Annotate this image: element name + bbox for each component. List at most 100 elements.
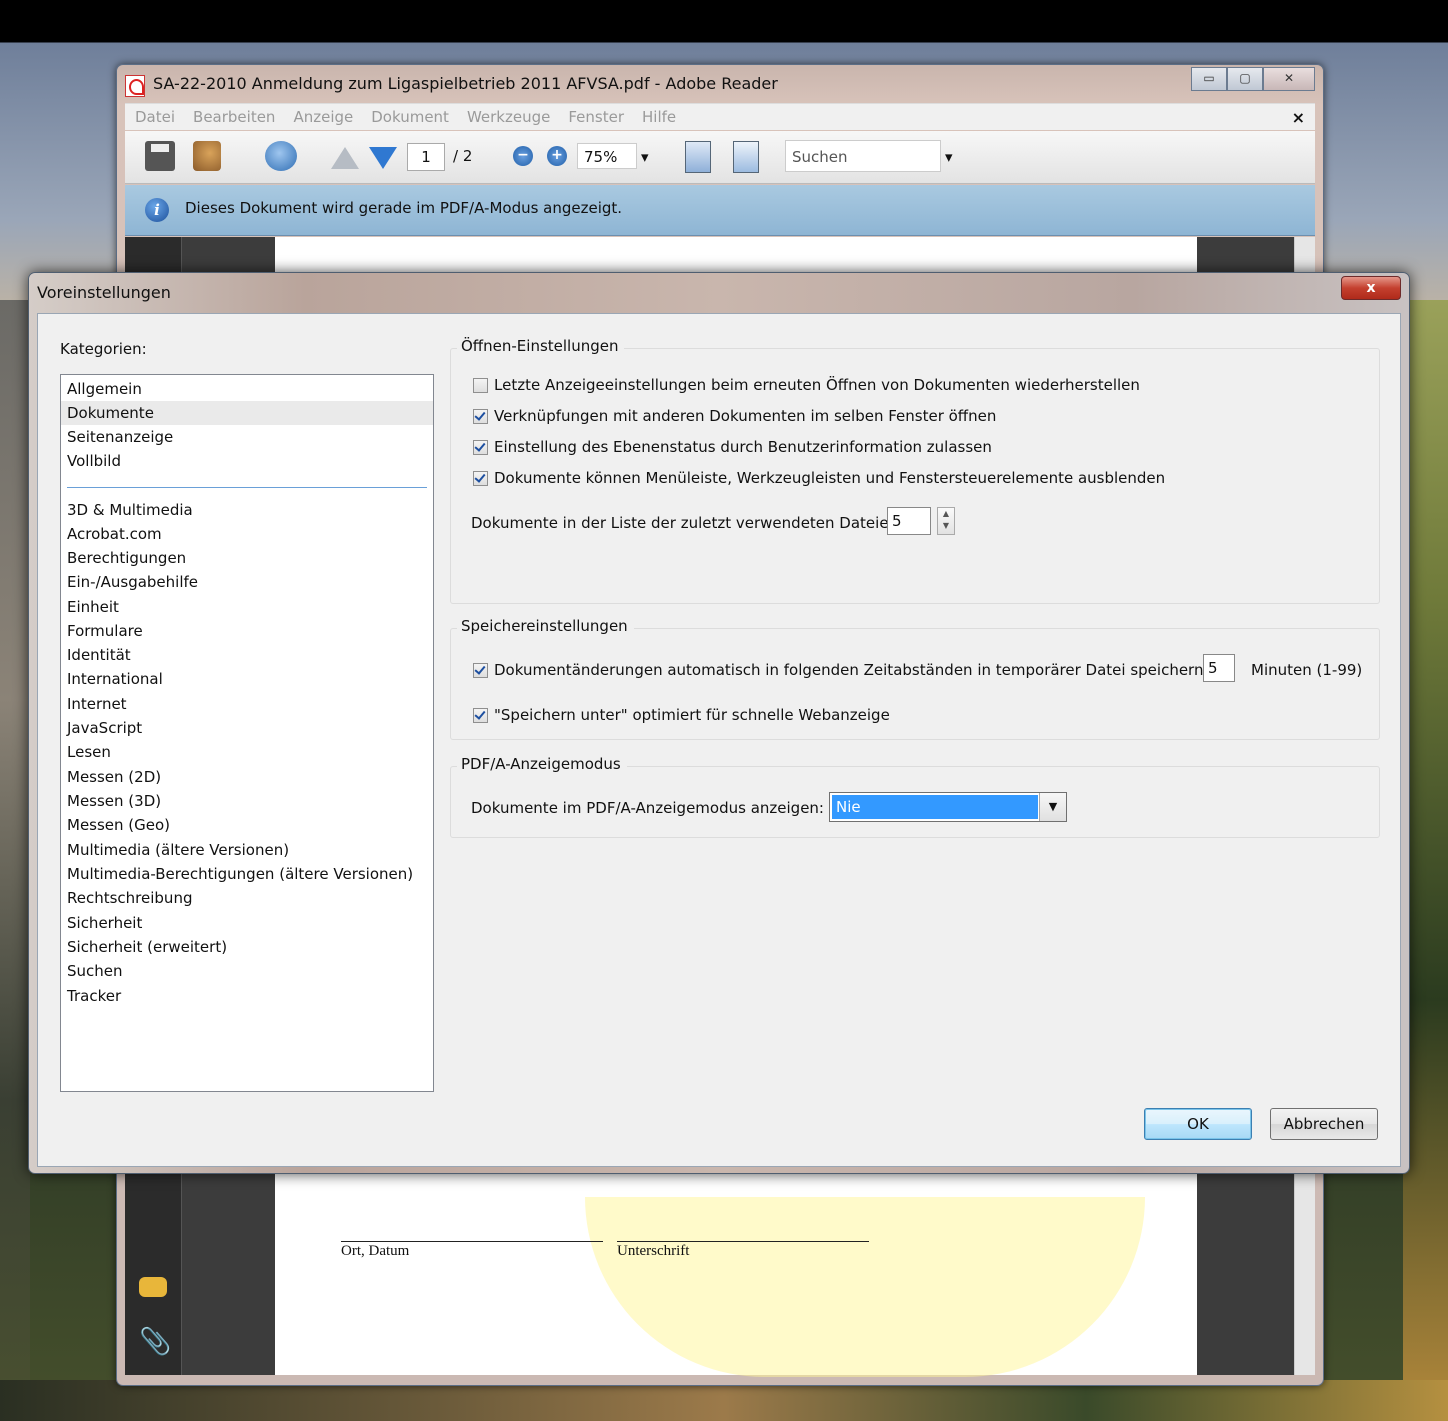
autosave-unit-label: Minuten (1-99) (1251, 661, 1363, 679)
fit-page-icon[interactable] (733, 141, 759, 173)
fit-width-icon[interactable] (685, 141, 711, 173)
save-settings-group: Speichereinstellungen Dokumentänderungen… (450, 617, 1380, 740)
place-date-line (341, 1241, 603, 1242)
info-icon: i (145, 198, 169, 222)
review-icon[interactable] (265, 141, 297, 171)
cancel-button[interactable]: Abbrechen (1270, 1108, 1378, 1140)
category-item[interactable]: International (67, 667, 163, 691)
category-item[interactable]: Berechtigungen (67, 546, 186, 570)
checkbox-autosave[interactable] (473, 662, 488, 678)
category-item[interactable]: Acrobat.com (67, 522, 162, 546)
option-layer-state[interactable]: Einstellung des Ebenenstatus durch Benut… (473, 438, 992, 456)
category-item[interactable]: Suchen (67, 959, 123, 983)
category-item[interactable]: JavaScript (67, 716, 142, 740)
categories-label: Kategorien: (60, 340, 147, 358)
option-fast-web-view[interactable]: "Speichern unter" optimiert für schnelle… (473, 706, 890, 724)
watermark-logo (585, 1197, 1145, 1377)
menu-fenster[interactable]: Fenster (568, 108, 624, 126)
recent-files-spinner[interactable]: ▲ ▼ (937, 507, 955, 535)
category-allgemein[interactable]: Allgemein (67, 377, 142, 401)
categories-list[interactable]: Allgemein Dokumente Seitenanzeige Vollbi… (60, 374, 434, 1092)
category-item[interactable]: Internet (67, 692, 127, 716)
pdfa-mode-label: Dokumente im PDF/A-Anzeigemodus anzeigen… (471, 799, 824, 817)
open-settings-group: Öffnen-Einstellungen Letzte Anzeigeeinst… (450, 337, 1380, 604)
minimize-button[interactable]: ▭ (1191, 67, 1227, 91)
page-number-input[interactable]: 1 (407, 143, 445, 171)
previous-page-icon[interactable] (331, 147, 359, 169)
category-item[interactable]: Messen (3D) (67, 789, 161, 813)
spin-down-icon[interactable]: ▼ (938, 520, 954, 532)
category-item[interactable]: 3D & Multimedia (67, 498, 193, 522)
category-item[interactable]: Multimedia-Berechtigungen (ältere Versio… (67, 862, 413, 886)
category-seitenanzeige[interactable]: Seitenanzeige (67, 425, 173, 449)
category-item[interactable]: Einheit (67, 595, 119, 619)
option-fast-web-view-label: "Speichern unter" optimiert für schnelle… (494, 706, 890, 724)
checkbox-restore-view[interactable] (473, 377, 488, 393)
category-item[interactable]: Lesen (67, 740, 111, 764)
close-document-button[interactable]: × (1292, 108, 1305, 127)
option-autosave-label: Dokumentänderungen automatisch in folgen… (494, 661, 1209, 679)
maximize-button[interactable]: ▢ (1227, 67, 1263, 91)
autosave-minutes-input[interactable]: 5 (1203, 654, 1235, 682)
search-dropdown-icon[interactable]: ▾ (945, 148, 953, 166)
menu-bar: Datei Bearbeiten Anzeige Dokument Werkze… (125, 103, 1315, 130)
spin-up-icon[interactable]: ▲ (938, 508, 954, 520)
option-open-links-label: Verknüpfungen mit anderen Dokumenten im … (494, 407, 997, 425)
window-caption-buttons: ▭ ▢ ✕ (1191, 67, 1315, 91)
category-dokumente-selected[interactable]: Dokumente (61, 401, 433, 425)
zoom-in-icon[interactable]: + (547, 146, 567, 166)
print-icon[interactable] (145, 141, 175, 171)
menu-anzeige[interactable]: Anzeige (293, 108, 353, 126)
category-item[interactable]: Messen (Geo) (67, 813, 170, 837)
category-item[interactable]: Identität (67, 643, 131, 667)
next-page-icon[interactable] (369, 147, 397, 169)
recent-files-input[interactable]: 5 (887, 507, 931, 535)
comment-icon[interactable] (139, 1277, 167, 1297)
pdfa-info-message: Dieses Dokument wird gerade im PDF/A-Mod… (185, 199, 623, 217)
zoom-dropdown-icon[interactable]: ▾ (641, 148, 649, 166)
ok-button[interactable]: OK (1144, 1108, 1252, 1140)
pdfa-title: PDF/A-Anzeigemodus (457, 755, 627, 773)
category-separator (67, 487, 427, 488)
checkbox-open-links-same-window[interactable] (473, 408, 488, 424)
option-hide-menubar[interactable]: Dokumente können Menüleiste, Werkzeuglei… (473, 469, 1165, 487)
zoom-level-input[interactable]: 75% (577, 143, 637, 169)
option-hide-menubar-label: Dokumente können Menüleiste, Werkzeuglei… (494, 469, 1166, 487)
pdfa-info-bar: i Dieses Dokument wird gerade im PDF/A-M… (125, 185, 1315, 236)
dialog-close-button[interactable]: x (1341, 276, 1401, 300)
menu-datei[interactable]: Datei (135, 108, 175, 126)
menu-dokument[interactable]: Dokument (371, 108, 449, 126)
checkbox-layer-state[interactable] (473, 439, 488, 455)
dialog-title: Voreinstellungen (37, 283, 171, 302)
pdfa-mode-selected-value: Nie (832, 795, 1038, 819)
category-item[interactable]: Sicherheit (erweitert) (67, 935, 227, 959)
category-item[interactable]: Messen (2D) (67, 765, 161, 789)
option-open-links-same-window[interactable]: Verknüpfungen mit anderen Dokumenten im … (473, 407, 996, 425)
menu-bearbeiten[interactable]: Bearbeiten (193, 108, 275, 126)
category-vollbild[interactable]: Vollbild (67, 449, 121, 473)
share-icon[interactable] (193, 141, 221, 171)
desktop-bottom-scenery (0, 1380, 1448, 1421)
signature-label: Unterschrift (617, 1243, 690, 1259)
search-input[interactable]: Suchen (785, 140, 941, 172)
category-item[interactable]: Tracker (67, 984, 121, 1008)
reader-window-title: SA-22-2010 Anmeldung zum Ligaspielbetrie… (153, 74, 778, 93)
category-item[interactable]: Sicherheit (67, 911, 142, 935)
category-item[interactable]: Rechtschreibung (67, 886, 192, 910)
checkbox-fast-web-view[interactable] (473, 707, 488, 723)
option-restore-view[interactable]: Letzte Anzeigeeinstellungen beim erneute… (473, 376, 1140, 394)
category-item[interactable]: Multimedia (ältere Versionen) (67, 838, 289, 862)
menu-werkzeuge[interactable]: Werkzeuge (467, 108, 550, 126)
chevron-down-icon[interactable]: ▼ (1039, 793, 1066, 821)
zoom-out-icon[interactable]: − (513, 146, 533, 166)
toolbar: 1 / 2 − + 75% ▾ Suchen ▾ (125, 131, 1315, 184)
pdfa-mode-select[interactable]: Nie ▼ (829, 792, 1067, 822)
category-item[interactable]: Ein-/Ausgabehilfe (67, 570, 198, 594)
option-autosave[interactable]: Dokumentänderungen automatisch in folgen… (473, 661, 1209, 679)
place-date-label: Ort, Datum (341, 1243, 410, 1259)
checkbox-hide-menubar[interactable] (473, 470, 488, 486)
close-window-button[interactable]: ✕ (1263, 67, 1315, 91)
menu-hilfe[interactable]: Hilfe (642, 108, 676, 126)
category-item[interactable]: Formulare (67, 619, 143, 643)
attachment-icon[interactable]: 📎 (139, 1327, 171, 1357)
